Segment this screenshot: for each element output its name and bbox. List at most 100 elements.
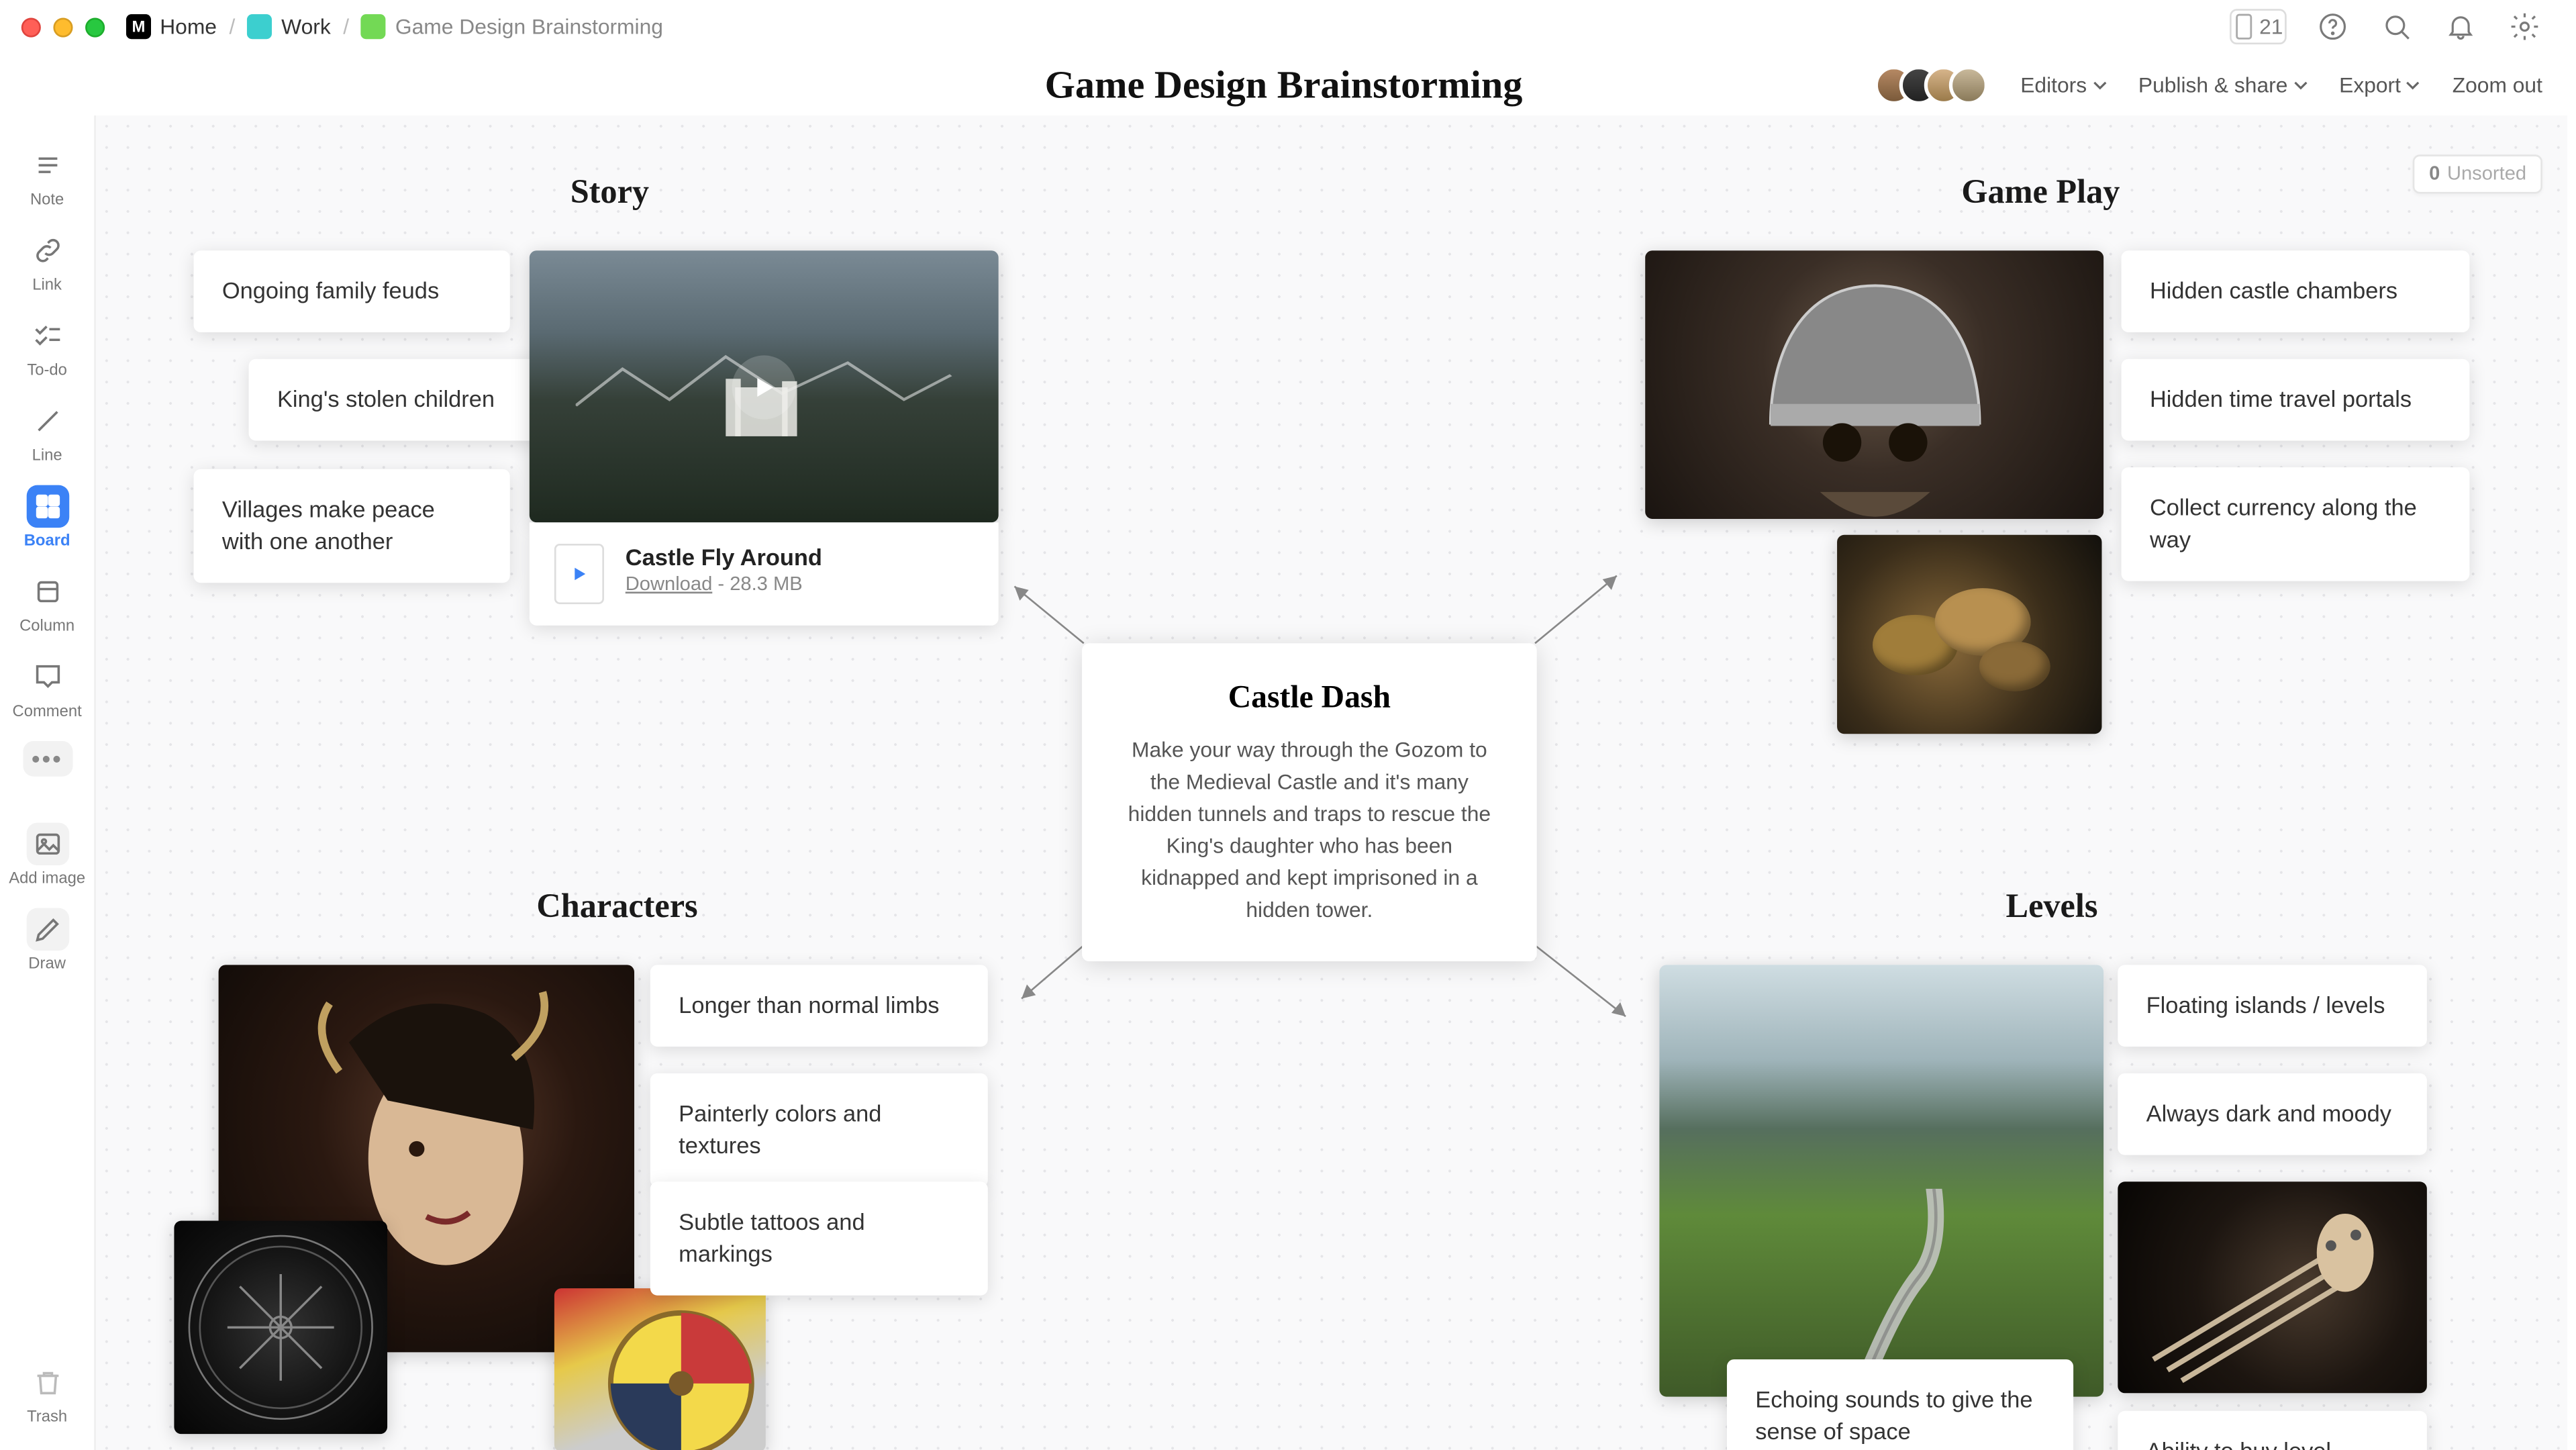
play-icon[interactable] bbox=[732, 354, 796, 418]
file-card-castle[interactable]: Castle Fly Around Download - 28.3 MB bbox=[530, 522, 999, 626]
breadcrumb-separator: / bbox=[343, 14, 349, 39]
image-castle-video[interactable] bbox=[530, 250, 999, 522]
search-icon bbox=[2381, 11, 2413, 43]
device-icon bbox=[2232, 13, 2254, 41]
collaborator-avatars[interactable] bbox=[1875, 66, 1988, 105]
image-rune-compass[interactable] bbox=[174, 1221, 387, 1435]
board-canvas[interactable]: 0Unsorted Story Ongoin bbox=[96, 115, 2567, 1450]
tool-column[interactable]: Column bbox=[8, 563, 86, 641]
zoom-out-label: Zoom out bbox=[2453, 73, 2542, 98]
unsorted-badge[interactable]: 0Unsorted bbox=[2413, 154, 2542, 193]
card-gp-chambers[interactable]: Hidden castle chambers bbox=[2122, 250, 2470, 332]
trash-icon bbox=[26, 1361, 68, 1404]
card-story-children[interactable]: King's stolen children bbox=[249, 359, 565, 441]
center-title: Castle Dash bbox=[1125, 679, 1495, 716]
editors-label: Editors bbox=[2020, 73, 2087, 98]
tool-link[interactable]: Link bbox=[8, 222, 86, 300]
card-lv-extensions[interactable]: Ability to buy level extensions bbox=[2118, 1411, 2427, 1450]
zoom-out-button[interactable]: Zoom out bbox=[2453, 73, 2542, 98]
link-icon bbox=[26, 229, 68, 272]
image-arrows[interactable] bbox=[2118, 1181, 2427, 1393]
document-icon bbox=[362, 14, 387, 39]
cluster-title-characters: Characters bbox=[536, 889, 697, 928]
tool-label: Add image bbox=[9, 869, 85, 886]
tool-more[interactable]: ••• bbox=[22, 741, 72, 777]
card-ch-limbs[interactable]: Longer than normal limbs bbox=[650, 965, 988, 1047]
tool-label: To-do bbox=[27, 360, 67, 378]
tool-board[interactable]: Board bbox=[8, 478, 86, 556]
card-gp-portals[interactable]: Hidden time travel portals bbox=[2122, 359, 2470, 441]
image-valley[interactable] bbox=[1659, 965, 2103, 1396]
card-ch-tattoos[interactable]: Subtle tattoos and markings bbox=[650, 1181, 988, 1296]
pencil-icon bbox=[26, 908, 68, 951]
card-story-feuds[interactable]: Ongoing family feuds bbox=[194, 250, 510, 332]
tool-label: Board bbox=[24, 531, 70, 548]
file-meta-sep: - bbox=[717, 574, 730, 595]
home-icon: M bbox=[126, 14, 151, 39]
breadcrumb-current[interactable]: Game Design Brainstorming bbox=[362, 14, 663, 39]
topbar: M Home / Work / Game Design Brainstormin… bbox=[0, 0, 2567, 53]
avatar[interactable] bbox=[1949, 66, 1988, 105]
breadcrumb-label: Home bbox=[160, 14, 217, 39]
board-icon bbox=[26, 485, 68, 528]
card-text: Villages make peace with one another bbox=[222, 496, 435, 555]
publish-menu[interactable]: Publish & share bbox=[2138, 73, 2308, 98]
tool-label: Trash bbox=[27, 1407, 67, 1424]
tool-note[interactable]: Note bbox=[8, 137, 86, 215]
tool-line[interactable]: Line bbox=[8, 393, 86, 471]
chevron-down-icon bbox=[2406, 78, 2420, 92]
card-lv-echo[interactable]: Echoing sounds to give the sense of spac… bbox=[1727, 1359, 2073, 1450]
tool-draw[interactable]: Draw bbox=[8, 901, 86, 979]
device-count-value: 21 bbox=[2259, 14, 2283, 39]
card-story-villages[interactable]: Villages make peace with one another bbox=[194, 469, 510, 583]
tool-todo[interactable]: To-do bbox=[8, 307, 86, 385]
cluster-title-story: Story bbox=[571, 174, 649, 213]
file-download-link[interactable]: Download bbox=[626, 574, 712, 595]
comment-icon bbox=[26, 656, 68, 699]
unsorted-count: 0 bbox=[2429, 164, 2440, 185]
search-button[interactable] bbox=[2379, 9, 2414, 44]
tool-add-image[interactable]: Add image bbox=[8, 816, 86, 893]
image-coins[interactable] bbox=[1837, 535, 2101, 734]
card-lv-islands[interactable]: Floating islands / levels bbox=[2118, 965, 2427, 1047]
breadcrumb: M Home / Work / Game Design Brainstormin… bbox=[126, 14, 663, 39]
card-text: Subtle tattoos and markings bbox=[679, 1208, 864, 1267]
settings-button[interactable] bbox=[2507, 9, 2542, 44]
tool-label: Line bbox=[32, 446, 62, 463]
minimize-window-icon[interactable] bbox=[53, 17, 72, 36]
page-header: Game Design Brainstorming Editors Publis… bbox=[0, 53, 2567, 117]
image-icon bbox=[26, 823, 68, 866]
export-menu[interactable]: Export bbox=[2339, 73, 2420, 98]
maximize-window-icon[interactable] bbox=[85, 17, 105, 36]
card-text: Longer than normal limbs bbox=[679, 992, 939, 1018]
gear-icon bbox=[2509, 11, 2541, 43]
tool-comment[interactable]: Comment bbox=[8, 648, 86, 726]
tool-trash[interactable]: Trash bbox=[8, 1354, 86, 1432]
editors-menu[interactable]: Editors bbox=[2020, 73, 2106, 98]
card-lv-moody[interactable]: Always dark and moody bbox=[2118, 1073, 2427, 1155]
breadcrumb-home[interactable]: M Home bbox=[126, 14, 217, 39]
close-window-icon[interactable] bbox=[21, 17, 41, 36]
notifications-button[interactable] bbox=[2443, 9, 2479, 44]
card-ch-textures[interactable]: Painterly colors and textures bbox=[650, 1073, 988, 1188]
image-warrior[interactable] bbox=[1645, 250, 2103, 519]
bell-icon bbox=[2444, 11, 2477, 43]
file-size: 28.3 MB bbox=[730, 574, 802, 595]
card-text: King's stolen children bbox=[277, 385, 495, 412]
tool-label: Comment bbox=[12, 702, 81, 720]
card-text: Collect currency along the way bbox=[2150, 494, 2417, 553]
line-icon bbox=[26, 400, 68, 443]
image-shield[interactable] bbox=[554, 1288, 766, 1450]
card-gp-currency[interactable]: Collect currency along the way bbox=[2122, 467, 2470, 581]
center-card[interactable]: Castle Dash Make your way through the Go… bbox=[1082, 643, 1537, 961]
chevron-down-icon bbox=[2092, 78, 2106, 92]
breadcrumb-work[interactable]: Work bbox=[248, 14, 331, 39]
card-text: Hidden time travel portals bbox=[2150, 385, 2412, 412]
publish-label: Publish & share bbox=[2138, 73, 2287, 98]
window-controls[interactable] bbox=[21, 17, 105, 36]
chevron-down-icon bbox=[2293, 78, 2307, 92]
help-button[interactable] bbox=[2315, 9, 2350, 44]
device-count-badge[interactable]: 21 bbox=[2229, 9, 2287, 44]
page-title: Game Design Brainstorming bbox=[1045, 62, 1523, 109]
file-title: Castle Fly Around bbox=[626, 544, 822, 571]
